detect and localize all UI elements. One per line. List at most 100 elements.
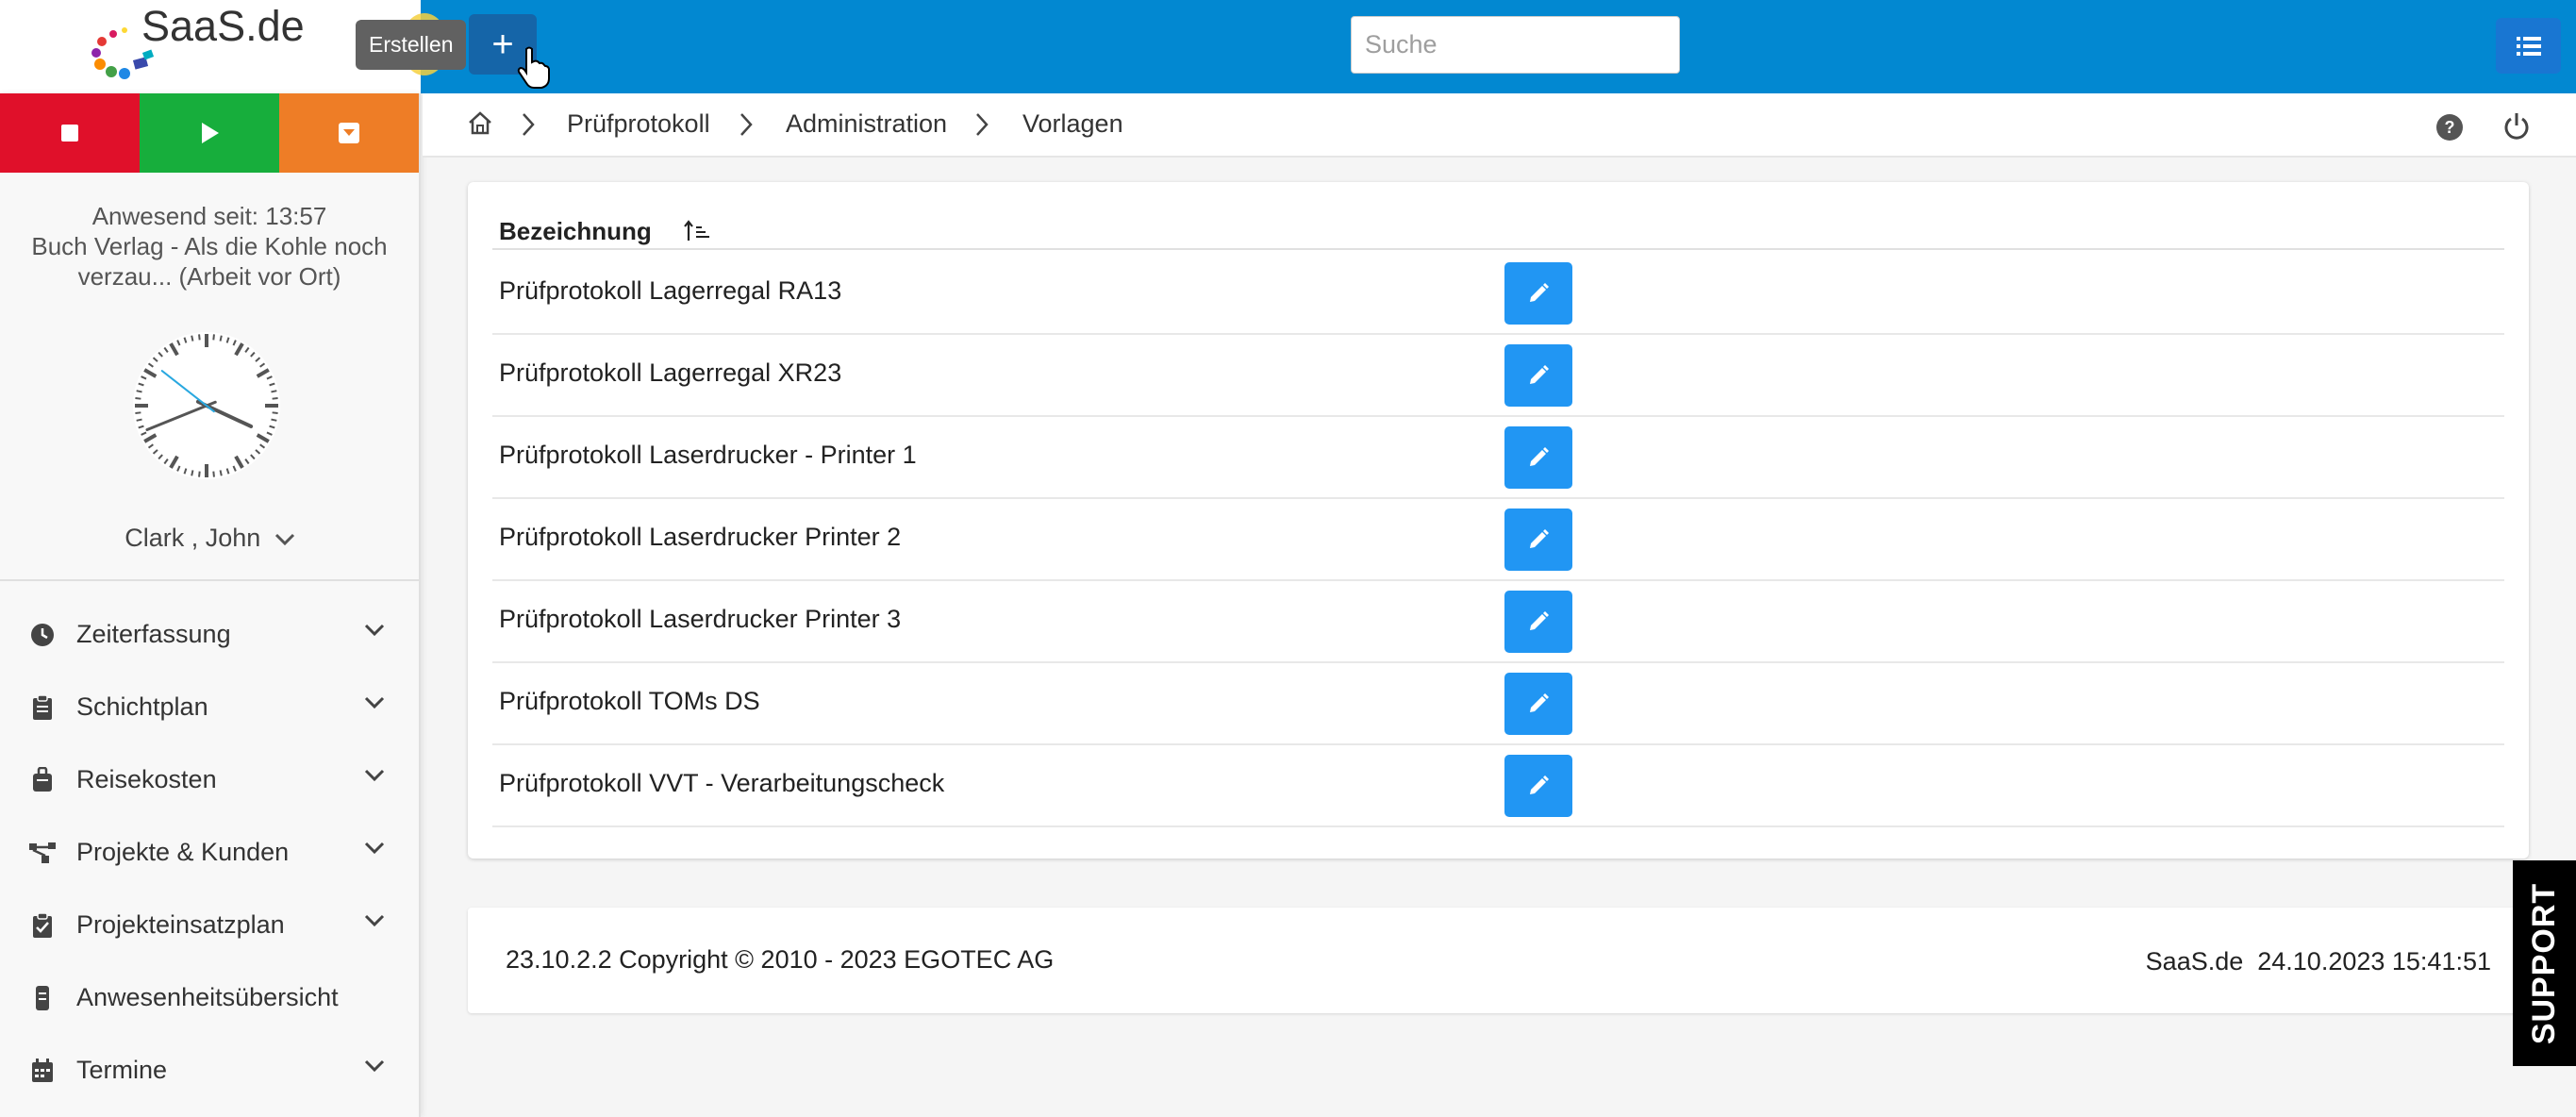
edit-button[interactable] [1504, 508, 1572, 571]
nav-label: Schichtplan [76, 692, 208, 721]
edit-button[interactable] [1504, 673, 1572, 735]
support-tab[interactable]: SUPPORT [2513, 860, 2576, 1066]
user-name: Clark , John [125, 524, 261, 552]
edit-button[interactable] [1504, 262, 1572, 325]
clock-tick [212, 471, 215, 477]
clock-tick [136, 390, 142, 393]
clock-tick [135, 397, 141, 400]
table-row[interactable]: Prüfprotokoll VVT - Verarbeitungscheck [492, 745, 2504, 827]
clock-tick [191, 470, 194, 476]
nav-item-projekte-kunden[interactable]: Projekte & Kunden [0, 816, 421, 889]
user-menu[interactable]: Clark , John [0, 524, 421, 553]
breadcrumb: Prüfprotokoll Administration Vorlagen [423, 93, 2576, 158]
clipboard-check-icon [28, 911, 57, 940]
project-tree-icon [28, 839, 57, 867]
clock-tick [219, 470, 223, 476]
pencil-icon [1530, 447, 1549, 466]
suitcase-icon [28, 766, 57, 794]
column-header-bezeichnung[interactable]: Bezeichnung [499, 217, 652, 246]
nav-label: Zeiterfassung [76, 620, 231, 648]
table-row[interactable]: Prüfprotokoll TOMs DS [492, 663, 2504, 745]
chevron-right-icon [523, 113, 535, 136]
table-row[interactable]: Prüfprotokoll Lagerregal XR23 [492, 335, 2504, 417]
play-icon [202, 123, 219, 143]
nav-label: Projekte & Kunden [76, 838, 290, 866]
breadcrumb-item-administration[interactable]: Administration [786, 109, 947, 139]
search-input[interactable] [1351, 16, 1680, 74]
plus-icon: + [491, 23, 514, 65]
sort-ascending-icon[interactable] [683, 220, 711, 242]
chevron-down-icon [364, 842, 385, 855]
power-icon[interactable] [2502, 111, 2531, 142]
edit-button[interactable] [1504, 344, 1572, 407]
pencil-icon [1530, 611, 1549, 630]
nav-item-termine[interactable]: Termine [0, 1034, 421, 1107]
table-header: Bezeichnung [492, 212, 2504, 250]
create-tooltip: Erstellen [356, 20, 467, 70]
stop-icon [61, 125, 78, 142]
table-row[interactable]: Prüfprotokoll Lagerregal RA13 [492, 253, 2504, 335]
analog-clock-icon [133, 332, 280, 479]
template-name: Prüfprotokoll VVT - Verarbeitungscheck [499, 769, 945, 797]
sidebar: Anwesend seit: 13:57 Buch Verlag - Als d… [0, 93, 421, 1117]
template-name: Prüfprotokoll Laserdrucker - Printer 1 [499, 441, 917, 469]
presence-info: Anwesend seit: 13:57 Buch Verlag - Als d… [0, 201, 419, 292]
list-icon [2516, 36, 2541, 56]
templates-table-card: Bezeichnung Prüfprotokoll Lagerregal RA1… [468, 182, 2529, 859]
edit-button[interactable] [1504, 426, 1572, 489]
clock-tick [198, 471, 201, 477]
pencil-icon [1530, 283, 1549, 302]
chevron-right-icon [976, 113, 989, 136]
nav-item-projekteinsatzplan[interactable]: Projekteinsatzplan [0, 889, 421, 961]
sidebar-nav: Zeiterfassung Schichtplan Reisekosten Pr… [0, 598, 421, 1107]
copyright-text: 23.10.2.2 Copyright © 2010 - 2023 EGOTEC… [506, 945, 1055, 974]
nav-label: Anwesenheitsübersicht [76, 983, 339, 1011]
clock-tick [219, 335, 223, 342]
list-menu-button[interactable] [2496, 18, 2561, 74]
clock-tick [135, 411, 141, 414]
clock-tick [272, 411, 278, 414]
hand-cursor-icon [517, 46, 550, 89]
breadcrumb-item-pruefprotokoll[interactable]: Prüfprotokoll [567, 109, 710, 139]
badge-icon [28, 984, 57, 1012]
breadcrumb-item-vorlagen: Vorlagen [1022, 109, 1123, 138]
nav-label: Reisekosten [76, 765, 217, 793]
help-icon[interactable]: ? [2435, 113, 2464, 142]
template-name: Prüfprotokoll Lagerregal RA13 [499, 276, 842, 305]
pencil-icon [1530, 775, 1549, 794]
table-row[interactable]: Prüfprotokoll Laserdrucker Printer 3 [492, 581, 2504, 663]
clock-tick [198, 334, 201, 341]
edit-button[interactable] [1504, 591, 1572, 653]
template-name: Prüfprotokoll Laserdrucker Printer 3 [499, 605, 902, 633]
nav-item-reisekosten[interactable]: Reisekosten [0, 743, 421, 816]
template-name: Prüfprotokoll TOMs DS [499, 687, 760, 715]
clock-tick [271, 390, 277, 393]
footer-timestamp: SaaS.de 24.10.2023 15:41:51 [2145, 947, 2491, 975]
break-button[interactable] [279, 93, 419, 173]
clock-tick [271, 418, 277, 422]
clock-tick [136, 418, 142, 422]
chevron-down-icon [364, 1059, 385, 1073]
footer: 23.10.2.2 Copyright © 2010 - 2023 EGOTEC… [468, 908, 2529, 1013]
table-row[interactable]: Prüfprotokoll Laserdrucker Printer 2 [492, 499, 2504, 581]
template-name: Prüfprotokoll Lagerregal XR23 [499, 358, 842, 387]
nav-item-anwesenheitsuebersicht[interactable]: Anwesenheitsübersicht [0, 961, 421, 1034]
clock-icon [28, 621, 57, 649]
chevron-right-icon [740, 113, 753, 136]
clock-tick [212, 334, 215, 341]
time-controls [0, 93, 419, 173]
edit-button[interactable] [1504, 755, 1572, 817]
stop-button[interactable] [0, 93, 140, 173]
home-icon[interactable] [467, 110, 493, 135]
play-button[interactable] [140, 93, 279, 173]
chevron-down-icon [364, 624, 385, 637]
nav-label: Termine [76, 1056, 168, 1084]
chevron-down-icon [364, 914, 385, 927]
nav-item-schichtplan[interactable]: Schichtplan [0, 671, 421, 743]
pencil-icon [1530, 693, 1549, 712]
clock-tick [191, 335, 194, 342]
table-row[interactable]: Prüfprotokoll Laserdrucker - Printer 1 [492, 417, 2504, 499]
pause-box-icon [339, 123, 359, 143]
chevron-down-icon [364, 769, 385, 782]
nav-item-zeiterfassung[interactable]: Zeiterfassung [0, 598, 421, 671]
